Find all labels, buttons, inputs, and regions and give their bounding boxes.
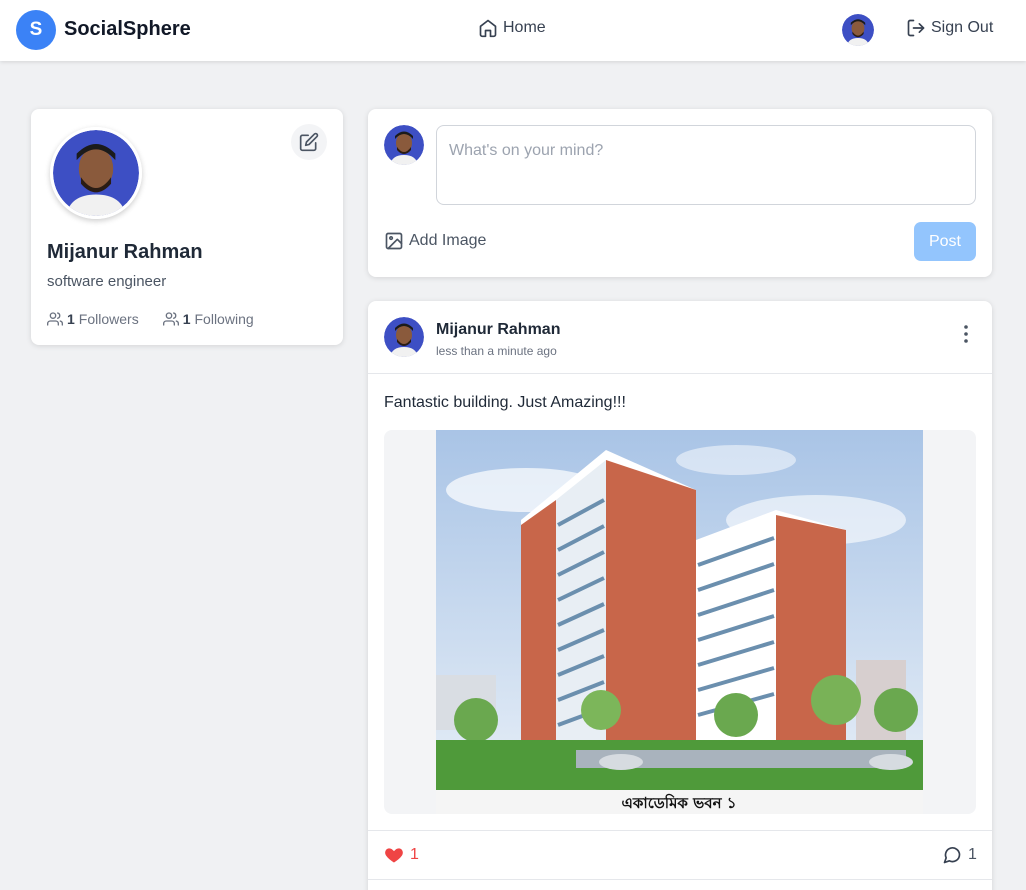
composer-avatar: [384, 125, 424, 165]
profile-name: Mijanur Rahman: [47, 241, 203, 263]
post-image: একাডেমিক ভবন ১: [436, 430, 923, 814]
image-icon: [385, 232, 403, 250]
brand-name[interactable]: SocialSphere: [64, 18, 191, 41]
followers-label: Followers: [78, 311, 139, 327]
post-options-button[interactable]: [956, 323, 976, 345]
followers-stat[interactable]: 1 Followers: [47, 311, 139, 327]
following-stat[interactable]: 1 Following: [162, 311, 254, 327]
post-header-divider: [368, 373, 992, 374]
post-footer-divider: [368, 830, 992, 831]
avatar-image: [53, 130, 139, 216]
nav-user-avatar[interactable]: [842, 14, 874, 46]
logo-letter: S: [29, 19, 43, 40]
add-image-label: Add Image: [409, 232, 487, 249]
users-icon: [162, 312, 179, 326]
nav-home-label: Home: [503, 19, 546, 36]
profile-card: Mijanur Rahman software engineer 1 Follo…: [31, 109, 343, 345]
profile-bio: software engineer: [47, 273, 167, 290]
users-icon: [47, 312, 63, 326]
following-label: Following: [194, 311, 254, 327]
post-author-avatar[interactable]: [384, 317, 424, 357]
sign-out-button[interactable]: Sign Out: [906, 18, 993, 38]
post-button[interactable]: Post: [914, 222, 976, 261]
edit-icon: [299, 132, 319, 152]
heart-icon: [385, 848, 403, 863]
followers-count: 1: [67, 311, 75, 327]
comment-icon: [943, 847, 961, 864]
comment-count: 1: [968, 846, 977, 863]
add-image-button[interactable]: Add Image: [384, 231, 486, 251]
following-count: 1: [182, 311, 191, 327]
post-composer: Add Image Post: [368, 109, 992, 277]
avatar-image: [384, 125, 424, 165]
post-image-caption: একাডেমিক ভবন ১: [621, 793, 736, 812]
post-text-input[interactable]: [436, 125, 976, 205]
post-timestamp: less than a minute ago: [436, 344, 557, 358]
logo[interactable]: S: [16, 10, 56, 50]
sign-out-label: Sign Out: [931, 19, 994, 36]
profile-avatar[interactable]: [50, 127, 142, 219]
top-navbar: S SocialSphere Home Sign Out: [0, 0, 1026, 61]
post-image-container[interactable]: একাডেমিক ভবন ১: [384, 430, 976, 814]
post-bottom-divider: [368, 879, 992, 880]
feed-post: Mijanur Rahman less than a minute ago Fa…: [368, 301, 992, 890]
edit-profile-button[interactable]: [291, 124, 327, 160]
avatar-image: [842, 14, 874, 46]
avatar-image: [384, 317, 424, 357]
more-vertical-icon: [964, 325, 968, 343]
sign-out-icon: [907, 19, 925, 37]
nav-home-link[interactable]: Home: [478, 18, 546, 38]
post-text: Fantastic building. Just Amazing!!!: [384, 394, 626, 411]
comment-button[interactable]: 1: [942, 845, 977, 865]
like-count: 1: [410, 846, 419, 863]
home-icon: [479, 19, 497, 38]
like-button[interactable]: 1: [384, 845, 419, 865]
profile-stats: 1 Followers 1 Following: [47, 311, 254, 327]
post-author-name[interactable]: Mijanur Rahman: [436, 321, 560, 339]
